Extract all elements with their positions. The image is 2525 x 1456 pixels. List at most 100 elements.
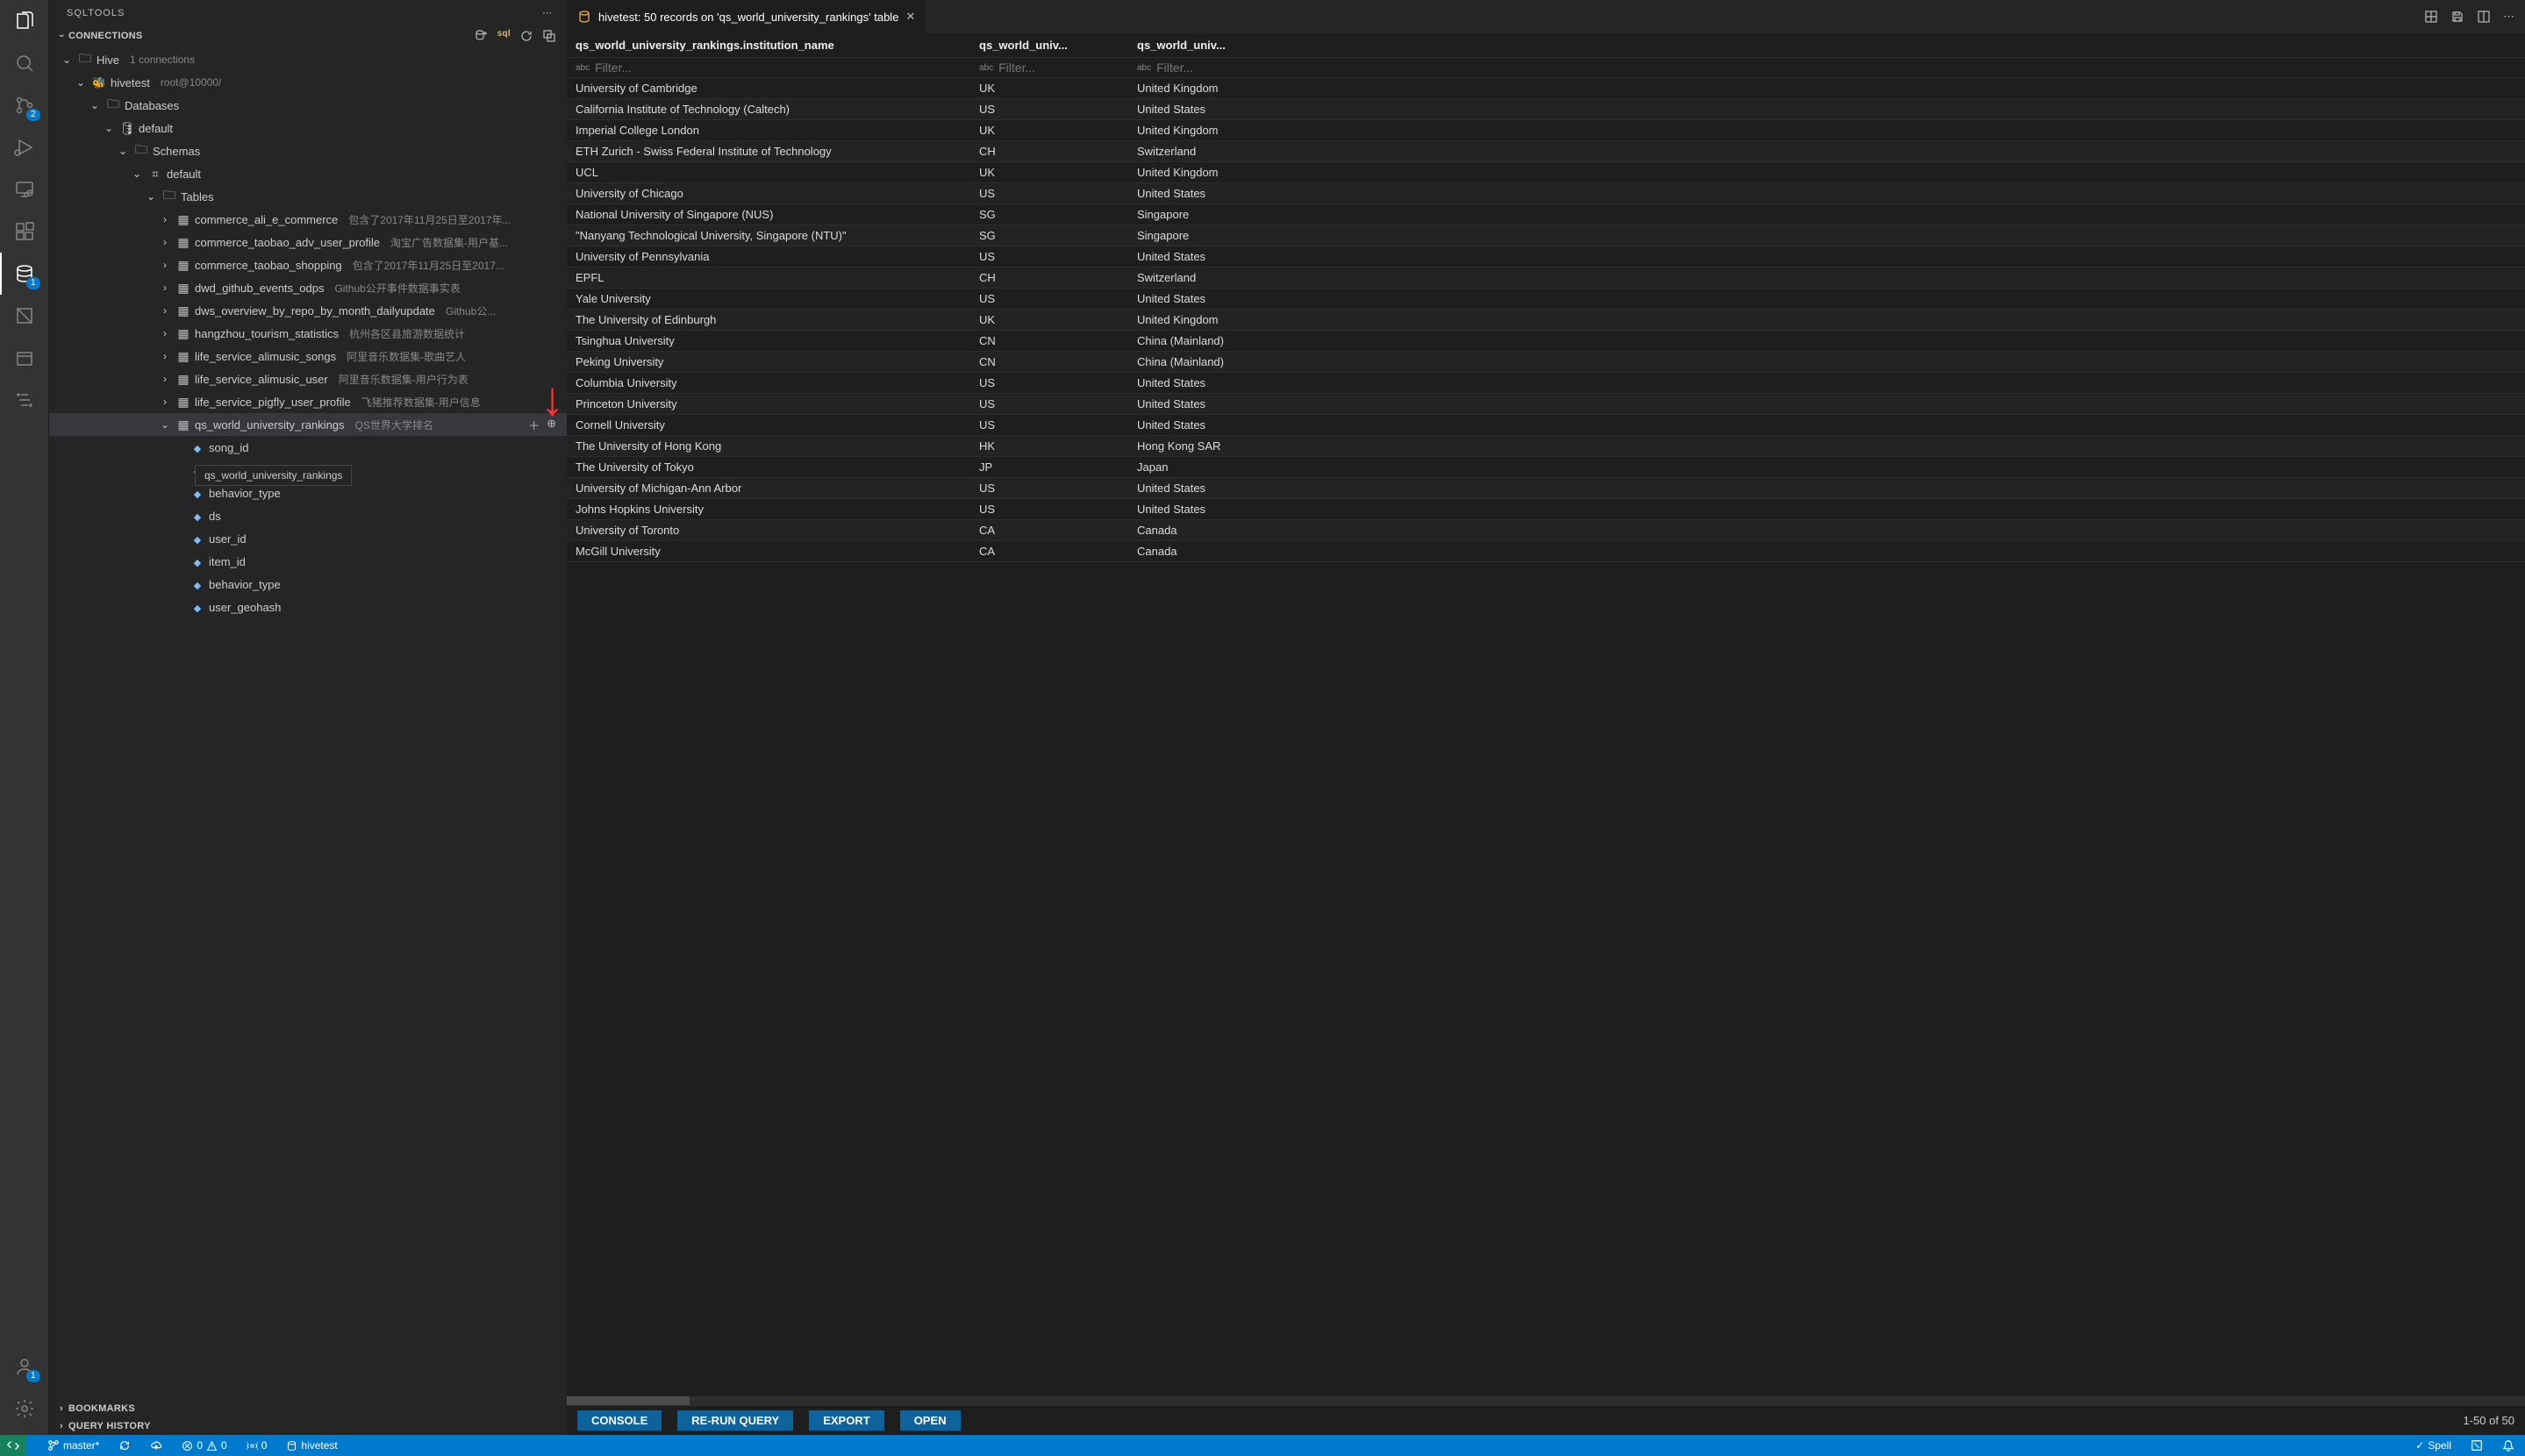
ports[interactable]: 0: [243, 1439, 271, 1452]
nav-icon-a[interactable]: [0, 295, 49, 337]
tree-item[interactable]: ›commerce_taobao_adv_user_profile淘宝广告数据集…: [49, 231, 567, 253]
col-header[interactable]: qs_world_university_rankings.institution…: [567, 33, 970, 57]
col-header[interactable]: qs_world_univ...: [970, 33, 1128, 57]
close-icon[interactable]: ✕: [905, 10, 915, 24]
table-row[interactable]: ETH Zurich - Swiss Federal Institute of …: [567, 141, 2525, 162]
table-row[interactable]: National University of Singapore (NUS)SG…: [567, 204, 2525, 225]
horizontal-scrollbar[interactable]: [567, 1396, 2525, 1405]
spell-check[interactable]: ✓Spell: [2412, 1439, 2455, 1452]
table-row[interactable]: Johns Hopkins UniversityUSUnited States: [567, 499, 2525, 520]
feedback-icon[interactable]: [2467, 1439, 2486, 1452]
tree-item[interactable]: ⌄default: [49, 117, 567, 139]
tree-item[interactable]: ⌄default: [49, 162, 567, 185]
export-button[interactable]: EXPORT: [809, 1410, 883, 1431]
tree-item[interactable]: ⌄Databases: [49, 94, 567, 117]
nav-icon-c[interactable]: [0, 379, 49, 421]
tree-item[interactable]: behavior_time: [49, 459, 567, 482]
add-icon[interactable]: ＋: [528, 417, 540, 433]
split-icon[interactable]: [2477, 10, 2491, 24]
tree-item[interactable]: ⌄Hive1 connections: [49, 48, 567, 71]
remote-indicator[interactable]: [0, 1435, 26, 1456]
tree-item[interactable]: ›life_service_alimusic_user阿里音乐数据集-用户行为表: [49, 368, 567, 390]
tree-item[interactable]: user_geohash: [49, 596, 567, 618]
refresh-icon[interactable]: [519, 29, 533, 43]
tree-item[interactable]: ›life_service_alimusic_songs阿里音乐数据集-歌曲艺人: [49, 345, 567, 368]
cloud-icon[interactable]: [147, 1439, 166, 1452]
tree-item[interactable]: user_id: [49, 527, 567, 550]
col-header[interactable]: qs_world_univ...: [1128, 33, 1304, 57]
magnify-icon[interactable]: ⊕: [547, 417, 556, 433]
rerun-button[interactable]: RE-RUN QUERY: [677, 1410, 793, 1431]
table-row[interactable]: UCLUKUnited Kingdom: [567, 162, 2525, 183]
tree-item[interactable]: behavior_type: [49, 482, 567, 504]
tree-item[interactable]: ⌄hivetestroot@10000/: [49, 71, 567, 94]
tree-item[interactable]: ⌄Tables: [49, 185, 567, 208]
extensions-icon[interactable]: [0, 211, 49, 253]
grid-body[interactable]: University of CambridgeUKUnited KingdomC…: [567, 78, 2525, 1396]
notifications-icon[interactable]: [2499, 1439, 2518, 1452]
more-icon[interactable]: ⋯: [542, 7, 553, 18]
tree-item[interactable]: ⌄qs_world_university_rankingsQS世界大学排名＋⊕: [49, 413, 567, 436]
tree-item[interactable]: ›commerce_ali_e_commerce包含了2017年11月25日至2…: [49, 208, 567, 231]
table-row[interactable]: Imperial College LondonUKUnited Kingdom: [567, 120, 2525, 141]
tree-item[interactable]: item_id: [49, 550, 567, 573]
search-icon[interactable]: [0, 42, 49, 84]
table-row[interactable]: Princeton UniversityUSUnited States: [567, 394, 2525, 415]
tree-item[interactable]: ⌄Schemas: [49, 139, 567, 162]
tree-item[interactable]: ›commerce_taobao_shopping包含了2017年11月25日至…: [49, 253, 567, 276]
table-row[interactable]: The University of Hong KongHKHong Kong S…: [567, 436, 2525, 457]
tree-item[interactable]: ›dws_overview_by_repo_by_month_dailyupda…: [49, 299, 567, 322]
sync-icon[interactable]: [115, 1439, 134, 1452]
table-row[interactable]: The University of EdinburghUKUnited King…: [567, 310, 2525, 331]
table-row[interactable]: Columbia UniversityUSUnited States: [567, 373, 2525, 394]
run-debug-icon[interactable]: [0, 126, 49, 168]
console-button[interactable]: CONSOLE: [577, 1410, 662, 1431]
layout-icon[interactable]: [2424, 10, 2438, 24]
settings-gear-icon[interactable]: [0, 1388, 49, 1430]
filter-input[interactable]: [595, 61, 962, 75]
problems[interactable]: 0 0: [178, 1439, 230, 1452]
nav-icon-b[interactable]: [0, 337, 49, 379]
tree-item[interactable]: ›hangzhou_tourism_statistics杭州各区县旅游数据统计: [49, 322, 567, 345]
table-row[interactable]: California Institute of Technology (Calt…: [567, 99, 2525, 120]
table-row[interactable]: EPFLCHSwitzerland: [567, 268, 2525, 289]
open-button[interactable]: OPEN: [900, 1410, 961, 1431]
table-row[interactable]: The University of TokyoJPJapan: [567, 457, 2525, 478]
table-row[interactable]: Yale UniversityUSUnited States: [567, 289, 2525, 310]
new-sql-icon[interactable]: sql: [497, 29, 511, 43]
table-row[interactable]: University of CambridgeUKUnited Kingdom: [567, 78, 2525, 99]
table-row[interactable]: Tsinghua UniversityCNChina (Mainland): [567, 331, 2525, 352]
table-row[interactable]: Cornell UniversityUSUnited States: [567, 415, 2525, 436]
table-row[interactable]: University of Michigan-Ann ArborUSUnited…: [567, 478, 2525, 499]
account-icon[interactable]: 1: [0, 1345, 49, 1388]
collapse-icon[interactable]: [542, 29, 556, 43]
sqltools-icon[interactable]: 1: [0, 253, 49, 295]
filter-input[interactable]: [998, 61, 1119, 75]
active-connection[interactable]: hivetest: [283, 1439, 340, 1452]
table-row[interactable]: Peking UniversityCNChina (Mainland): [567, 352, 2525, 373]
explorer-icon[interactable]: [0, 0, 49, 42]
more-actions-icon[interactable]: ⋯: [2503, 10, 2514, 24]
new-db-icon[interactable]: [475, 29, 489, 43]
tree-item[interactable]: ›dwd_github_events_odpsGithub公开事件数据事实表: [49, 276, 567, 299]
results-tab[interactable]: hivetest: 50 records on 'qs_world_univer…: [567, 0, 926, 33]
table-row[interactable]: University of ChicagoUSUnited States: [567, 183, 2525, 204]
chevron-right-icon: ›: [158, 373, 172, 385]
table-row[interactable]: University of TorontoCACanada: [567, 520, 2525, 541]
tree-item[interactable]: ds: [49, 504, 567, 527]
remote-explorer-icon[interactable]: [0, 168, 49, 211]
git-branch[interactable]: master*: [44, 1439, 103, 1452]
item-label: behavior_type: [209, 487, 281, 500]
connections-section[interactable]: CONNECTIONS sql: [49, 25, 567, 46]
bookmarks-section[interactable]: BOOKMARKS: [49, 1400, 567, 1417]
tree-item[interactable]: ›life_service_pigfly_user_profile飞猪推荐数据集…: [49, 390, 567, 413]
tree-item[interactable]: song_id: [49, 436, 567, 459]
tree-item[interactable]: behavior_type: [49, 573, 567, 596]
table-row[interactable]: "Nanyang Technological University, Singa…: [567, 225, 2525, 246]
table-row[interactable]: McGill UniversityCACanada: [567, 541, 2525, 562]
filter-input[interactable]: [1156, 61, 1295, 75]
table-row[interactable]: University of PennsylvaniaUSUnited State…: [567, 246, 2525, 268]
history-section[interactable]: QUERY HISTORY: [49, 1417, 567, 1435]
source-control-icon[interactable]: 2: [0, 84, 49, 126]
save-icon[interactable]: [2450, 10, 2464, 24]
